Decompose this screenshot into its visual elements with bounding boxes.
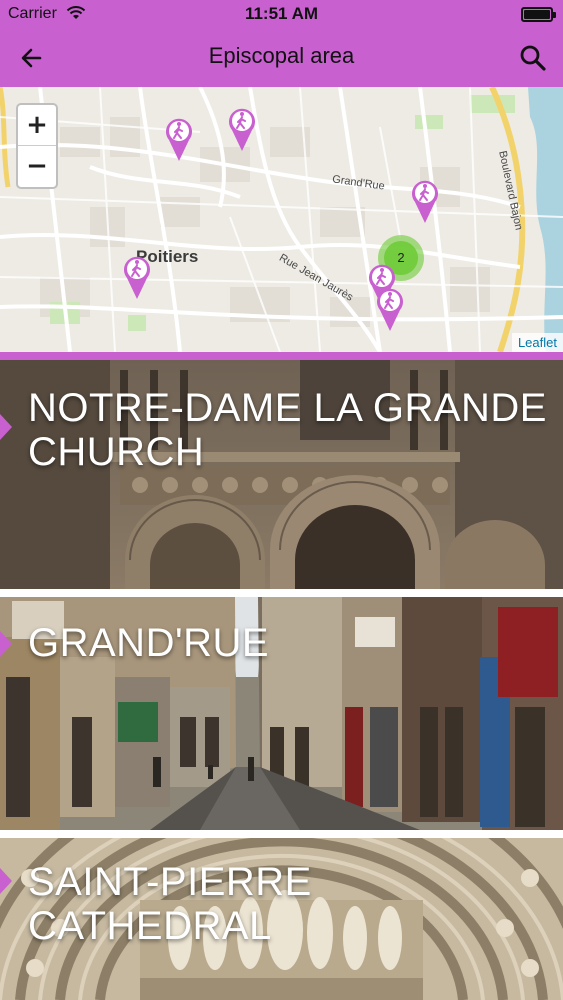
card-separator xyxy=(0,830,563,838)
pedestrian-marker-icon[interactable] xyxy=(376,288,404,332)
battery-icon xyxy=(521,7,556,22)
card-indicator-arrow xyxy=(0,631,12,657)
card-indicator-arrow xyxy=(0,414,12,440)
place-card-saint-pierre[interactable]: SAINT-PIERRE CATHEDRAL xyxy=(0,838,563,1000)
pedestrian-marker-icon[interactable] xyxy=(228,108,256,152)
zoom-in-button[interactable]: + xyxy=(18,105,56,146)
card-separator xyxy=(0,589,563,597)
pedestrian-marker-icon[interactable] xyxy=(411,180,439,224)
map-view[interactable]: + − Poitiers Grand'Rue Rue Jean Jaurès B… xyxy=(0,87,563,352)
nav-bar: Episcopal area xyxy=(0,30,563,87)
place-title: GRAND'RUE xyxy=(28,621,270,665)
pedestrian-marker-icon[interactable] xyxy=(165,118,193,162)
zoom-control: + − xyxy=(16,103,58,189)
zoom-out-button[interactable]: − xyxy=(18,146,56,187)
search-icon[interactable] xyxy=(515,40,551,76)
map-tiles xyxy=(0,87,563,352)
card-indicator-arrow xyxy=(0,868,12,894)
status-bar: Carrier 11:51 AM xyxy=(0,0,563,30)
page-title: Episcopal area xyxy=(208,43,355,68)
place-title: SAINT-PIERRE CATHEDRAL xyxy=(28,860,312,948)
app-header: Carrier 11:51 AM Episcopal area xyxy=(0,0,563,87)
pedestrian-marker-icon[interactable] xyxy=(123,256,151,300)
place-title: NOTRE-DAME LA GRANDE CHURCH xyxy=(28,386,547,474)
map-divider xyxy=(0,352,563,360)
place-card-grand-rue[interactable]: GRAND'RUE xyxy=(0,597,563,830)
place-card-notre-dame[interactable]: NOTRE-DAME LA GRANDE CHURCH xyxy=(0,360,563,589)
status-time: 11:51 AM xyxy=(244,4,319,23)
map-attribution-link[interactable]: Leaflet xyxy=(511,333,563,352)
